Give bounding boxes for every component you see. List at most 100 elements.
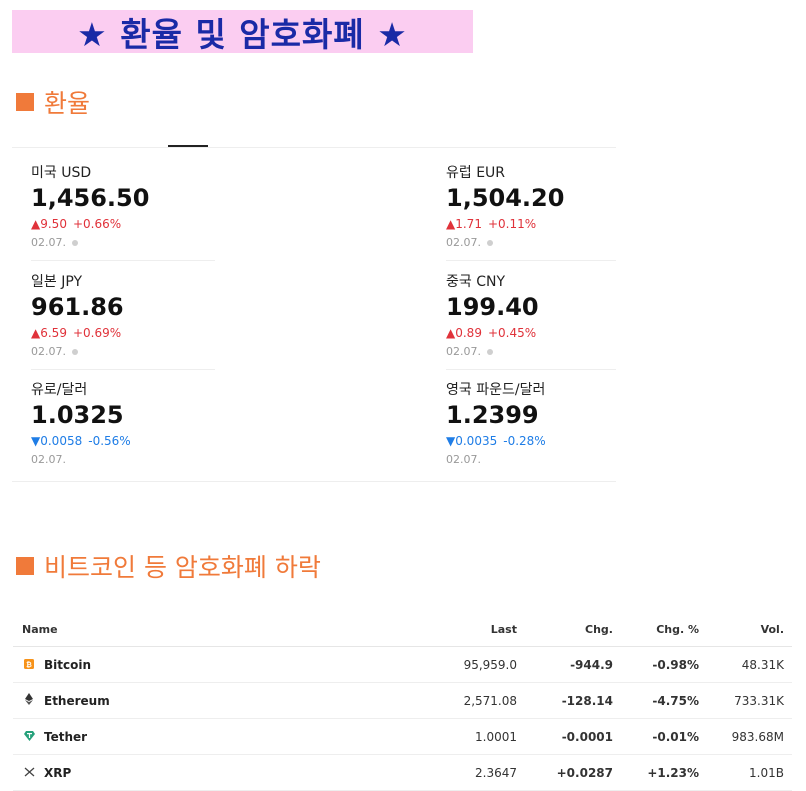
fx-value: 1,456.50 bbox=[31, 184, 150, 212]
coin-name: Tether bbox=[44, 729, 88, 744]
fx-change-amount: 1.71 bbox=[455, 217, 482, 231]
divider bbox=[12, 147, 616, 148]
fx-change: ▲0.89 +0.45% bbox=[446, 326, 616, 340]
table-row[interactable]: Tether 1.0001 -0.0001 -0.01% 983.68M bbox=[13, 718, 792, 755]
fx-name: 유로/달러 bbox=[31, 382, 88, 398]
fx-item-cny[interactable]: 중국 CNY 199.40 ▲0.89 +0.45% 02.07. bbox=[446, 271, 616, 358]
table-row[interactable]: ₿ Bitcoin 95,959.0 -944.9 -0.98% 48.31K bbox=[13, 646, 792, 683]
square-bullet-icon bbox=[16, 557, 34, 575]
fx-item-eur[interactable]: 유럽 EUR 1,504.20 ▲1.71 +0.11% 02.07. bbox=[446, 162, 616, 249]
fx-change-amount: 6.59 bbox=[40, 326, 67, 340]
status-dot-icon bbox=[72, 240, 78, 246]
square-bullet-icon bbox=[16, 93, 34, 111]
fx-item-eur-usd[interactable]: 유로/달러 1.0325 ▼0.0058 -0.56% 02.07. bbox=[31, 379, 201, 466]
down-arrow-icon: ▼ bbox=[31, 434, 41, 448]
volume: 1.01B bbox=[707, 754, 792, 791]
fx-change-amount: 9.50 bbox=[40, 217, 67, 231]
table-header-row: Name Last Chg. Chg. % Vol. bbox=[13, 612, 792, 647]
fx-date: 02.07. bbox=[446, 236, 616, 249]
coin-name-cell[interactable]: ₿ Bitcoin bbox=[13, 646, 413, 683]
fx-change-percent: -0.56% bbox=[88, 434, 131, 448]
coin-name: XRP bbox=[44, 765, 72, 780]
status-dot-icon bbox=[487, 349, 493, 355]
crypto-heading: 비트코인 등 암호화폐 하락 bbox=[16, 548, 321, 584]
change-percent: -0.01% bbox=[621, 718, 707, 755]
page-title: ★ 환율 및 암호화폐 ★ bbox=[77, 14, 408, 54]
column-header-vol[interactable]: Vol. bbox=[707, 612, 792, 647]
coin-name: Bitcoin bbox=[44, 657, 92, 672]
column-header-chg[interactable]: Chg. bbox=[525, 612, 621, 647]
column-header-last[interactable]: Last bbox=[413, 612, 525, 647]
last-price: 2,571.08 bbox=[413, 682, 525, 719]
fx-value: 1.2399 bbox=[446, 401, 539, 429]
change-percent: +1.23% bbox=[621, 754, 707, 791]
fx-change: ▲6.59 +0.69% bbox=[31, 326, 201, 340]
fx-change: ▼0.0058 -0.56% bbox=[31, 434, 201, 448]
fx-change: ▲1.71 +0.11% bbox=[446, 217, 616, 231]
table-row[interactable]: XRP 2.3647 +0.0287 +1.23% 1.01B bbox=[13, 754, 792, 791]
change-value: -944.9 bbox=[525, 646, 621, 683]
divider bbox=[446, 369, 616, 370]
svg-text:₿: ₿ bbox=[26, 661, 32, 669]
coin-name-cell[interactable]: Ethereum bbox=[13, 682, 413, 719]
fx-change-amount: 0.89 bbox=[455, 326, 482, 340]
fx-item-gbp-usd[interactable]: 영국 파운드/달러 1.2399 ▼0.0035 -0.28% 02.07. bbox=[446, 379, 616, 466]
fx-change-percent: +0.66% bbox=[72, 217, 122, 231]
fx-value: 199.40 bbox=[446, 293, 539, 321]
divider bbox=[31, 260, 215, 261]
fx-name: 중국 CNY bbox=[446, 274, 506, 290]
volume: 733.31K bbox=[707, 682, 792, 719]
status-dot-icon bbox=[487, 240, 493, 246]
tether-icon bbox=[22, 730, 36, 744]
coin-name-cell[interactable]: Tether bbox=[13, 718, 413, 755]
status-dot-icon bbox=[72, 349, 78, 355]
change-value: -0.0001 bbox=[525, 718, 621, 755]
page-title-banner: ★ 환율 및 암호화폐 ★ bbox=[12, 10, 473, 54]
fx-date-text: 02.07. bbox=[446, 453, 481, 466]
xrp-icon bbox=[22, 767, 36, 780]
fx-change-amount: 0.0035 bbox=[455, 434, 498, 448]
fx-date: 02.07. bbox=[31, 345, 201, 358]
fx-date: 02.07. bbox=[31, 236, 201, 249]
down-arrow-icon: ▼ bbox=[446, 434, 456, 448]
fx-value: 961.86 bbox=[31, 293, 124, 321]
fx-item-usd[interactable]: 미국 USD 1,456.50 ▲9.50 +0.66% 02.07. bbox=[31, 162, 201, 249]
exchange-rate-panel: 미국 USD 1,456.50 ▲9.50 +0.66% 02.07. 유럽 EU… bbox=[12, 140, 616, 482]
fx-change: ▼0.0035 -0.28% bbox=[446, 434, 616, 448]
up-arrow-icon: ▲ bbox=[446, 326, 456, 340]
fx-change: ▲9.50 +0.66% bbox=[31, 217, 201, 231]
last-price: 95,959.0 bbox=[413, 646, 525, 683]
fx-date-text: 02.07. bbox=[446, 345, 481, 358]
fx-name: 영국 파운드/달러 bbox=[446, 382, 546, 398]
coin-name: Ethereum bbox=[44, 694, 110, 708]
column-header-name[interactable]: Name bbox=[13, 612, 413, 647]
volume: 48.31K bbox=[707, 646, 792, 683]
up-arrow-icon: ▲ bbox=[31, 217, 41, 231]
column-header-chg-pct[interactable]: Chg. % bbox=[621, 612, 707, 647]
fx-date: 02.07. bbox=[446, 345, 616, 358]
divider bbox=[446, 260, 616, 261]
fx-value: 1.0325 bbox=[31, 401, 124, 429]
fx-change-percent: -0.28% bbox=[503, 434, 546, 448]
fx-change-percent: +0.69% bbox=[72, 326, 122, 340]
crypto-heading-text: 비트코인 등 암호화폐 하락 bbox=[44, 553, 321, 582]
crypto-table: Name Last Chg. Chg. % Vol. ₿ Bitcoin 95,… bbox=[13, 612, 792, 791]
last-price: 1.0001 bbox=[413, 718, 525, 755]
last-price: 2.3647 bbox=[413, 754, 525, 791]
fx-name: 일본 JPY bbox=[31, 274, 83, 290]
fx-change-percent: +0.45% bbox=[487, 326, 537, 340]
fx-date-text: 02.07. bbox=[31, 345, 66, 358]
divider bbox=[12, 481, 616, 482]
change-percent: -4.75% bbox=[621, 682, 707, 719]
divider bbox=[31, 369, 215, 370]
fx-change-percent: +0.11% bbox=[487, 217, 537, 231]
table-row[interactable]: Ethereum 2,571.08 -128.14 -4.75% 733.31K bbox=[13, 682, 792, 719]
fx-value: 1,504.20 bbox=[446, 184, 565, 212]
exchange-rate-heading: 환율 bbox=[16, 84, 90, 120]
bitcoin-icon: ₿ bbox=[22, 658, 36, 672]
coin-name-cell[interactable]: XRP bbox=[13, 754, 413, 791]
up-arrow-icon: ▲ bbox=[31, 326, 41, 340]
change-percent: -0.98% bbox=[621, 646, 707, 683]
up-arrow-icon: ▲ bbox=[446, 217, 456, 231]
fx-item-jpy[interactable]: 일본 JPY 961.86 ▲6.59 +0.69% 02.07. bbox=[31, 271, 201, 358]
